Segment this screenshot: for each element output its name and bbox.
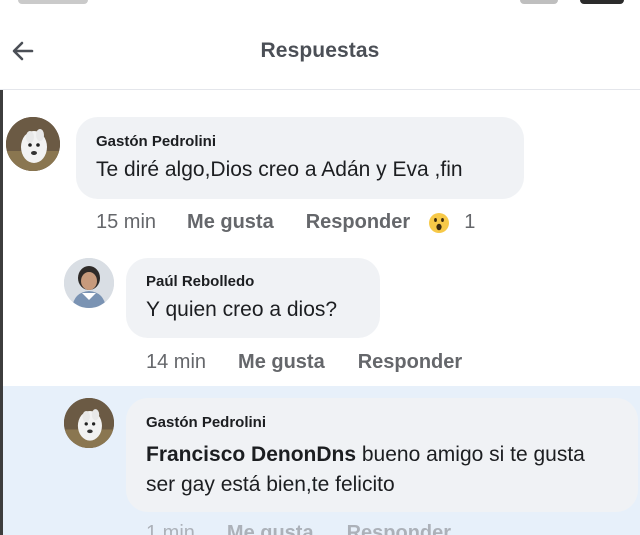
reaction-count: 1 [464,211,476,233]
comment-text: Y quien creo a dios? [146,298,338,321]
avatar[interactable] [6,117,60,171]
comment-text-line1: bueno amigo si te gusta [356,443,585,466]
like-button[interactable]: Me gusta [238,351,325,374]
comment-author[interactable]: Paúl Rebolledo [146,273,254,290]
header-bar: Respuestas [0,8,640,90]
page-title: Respuestas [260,39,380,62]
reaction-summary[interactable]: 1 [428,211,475,234]
comment-time: 1 min [146,522,195,535]
comment-actions: 15 min Me gusta Responder 1 [96,211,475,234]
reply-button[interactable]: Responder [306,211,410,234]
person-avatar-icon [64,258,114,308]
comment-time: 15 min [96,211,157,233]
status-bar-fragment [0,0,640,8]
comment-author[interactable]: Gastón Pedrolini [96,133,216,150]
avatar[interactable] [64,258,114,308]
reply-button[interactable]: Responder [358,351,462,374]
comment-text: Te diré algo,Dios creo a Adán y Eva ,fin [96,158,463,181]
comment-actions: 14 min Me gusta Responder [146,351,462,374]
mention-link[interactable]: Francisco DenonDns [146,443,356,466]
wow-reaction-icon [429,212,450,233]
dog-avatar-icon [6,117,60,171]
like-button[interactable]: Me gusta [227,522,314,535]
comment-text: Francisco DenonDns bueno amigo si te gus… [146,440,636,500]
avatar[interactable] [64,398,114,448]
comment-time: 14 min [146,351,207,373]
reply-button[interactable]: Responder [347,522,451,535]
like-button[interactable]: Me gusta [187,211,274,234]
comment-text-line2: ser gay está bien,te felicito [146,473,395,496]
comment-actions: 1 min Me gusta Responder [146,522,451,535]
dog-avatar-icon [64,398,114,448]
comment-author[interactable]: Gastón Pedrolini [146,414,266,431]
